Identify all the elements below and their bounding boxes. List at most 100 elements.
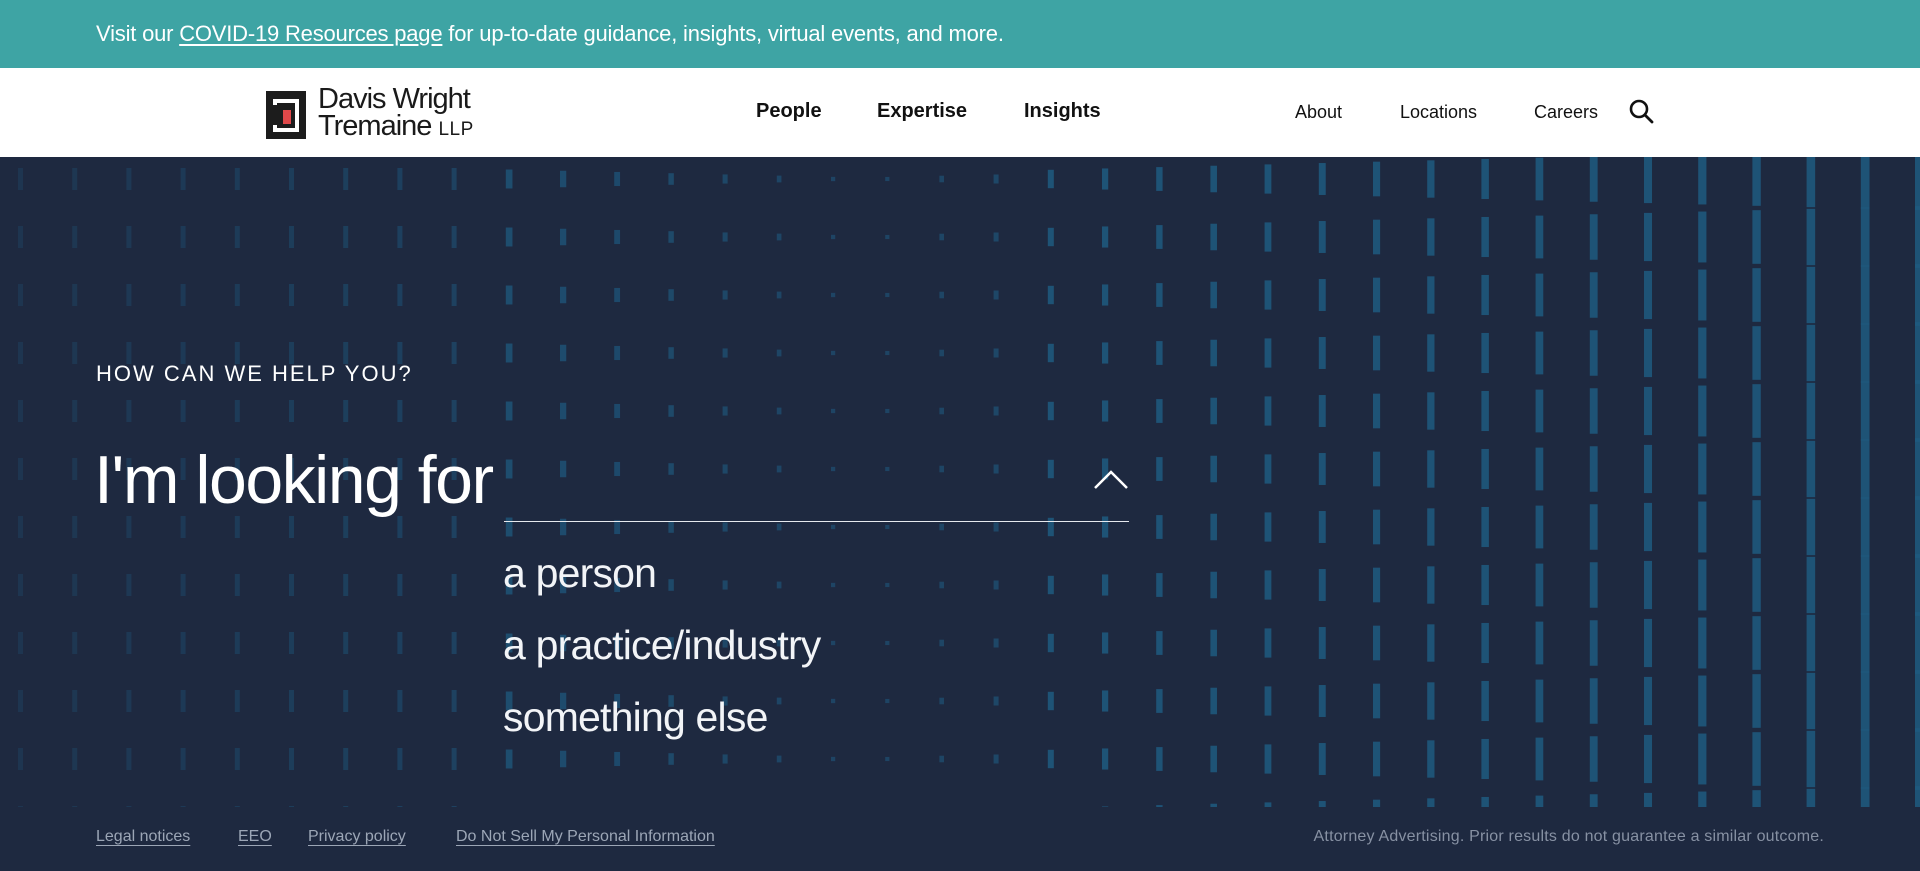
- pattern-dash: [1427, 334, 1435, 372]
- pattern-dash: [397, 284, 403, 306]
- pattern-dash: [1102, 226, 1109, 248]
- pattern-dash: [1644, 618, 1653, 668]
- pattern-dash: [1535, 795, 1544, 807]
- pattern-dash: [451, 342, 457, 364]
- option-something-else[interactable]: something else: [503, 694, 821, 766]
- search-icon[interactable]: [1628, 98, 1654, 124]
- pattern-dash: [289, 400, 294, 422]
- pattern-dash: [1373, 161, 1381, 197]
- pattern-dash: [1860, 207, 1870, 267]
- pattern-dash: [289, 226, 294, 248]
- pattern-dash: [180, 806, 186, 807]
- pattern-dash: [885, 698, 890, 704]
- pattern-dash: [1102, 748, 1109, 770]
- pattern-dash: [1589, 504, 1598, 550]
- pattern-dash: [1535, 157, 1544, 201]
- pattern-dash: [343, 168, 349, 190]
- pattern-dash: [1806, 440, 1816, 498]
- option-person[interactable]: a person: [503, 550, 821, 622]
- legal-notices-link[interactable]: Legal notices: [96, 828, 190, 846]
- pattern-dash: [939, 291, 944, 299]
- pattern-dash: [1047, 285, 1054, 305]
- pattern-dash: [289, 748, 294, 770]
- pattern-dash: [18, 400, 23, 422]
- nav-insights[interactable]: Insights: [1024, 100, 1101, 123]
- pattern-dash: [1806, 788, 1816, 807]
- pattern-dash: [343, 748, 349, 770]
- pattern-dash: [1318, 569, 1326, 601]
- pattern-dash: [1210, 803, 1217, 807]
- pattern-dash: [1373, 799, 1381, 807]
- pattern-dash: [1644, 560, 1653, 610]
- pattern-dash: [1481, 390, 1489, 432]
- pattern-dash: [1264, 164, 1272, 194]
- pattern-dash: [1102, 806, 1109, 807]
- pattern-dash: [1860, 671, 1870, 731]
- pattern-dash: [343, 806, 349, 807]
- privacy-policy-link[interactable]: Privacy policy: [308, 828, 406, 846]
- looking-for-select[interactable]: [504, 457, 1129, 522]
- pattern-dash: [1318, 627, 1326, 659]
- pattern-dash: [993, 406, 999, 416]
- pattern-dash: [885, 408, 890, 414]
- pattern-dash: [126, 226, 132, 248]
- pattern-dash: [234, 284, 240, 306]
- pattern-dash: [1047, 633, 1054, 653]
- nav-careers[interactable]: Careers: [1534, 102, 1598, 123]
- pattern-dash: [939, 349, 944, 357]
- pattern-dash: [1752, 268, 1761, 322]
- hero-lead: I'm looking for: [94, 442, 494, 518]
- pattern-dash: [1210, 629, 1217, 657]
- pattern-dash: [1156, 515, 1163, 539]
- pattern-dash: [1264, 686, 1272, 716]
- pattern-dash: [1264, 396, 1272, 426]
- pattern-dash: [1752, 674, 1761, 728]
- pattern-dash: [234, 400, 240, 422]
- logo[interactable]: Davis Wright Tremaine LLP: [266, 85, 474, 143]
- pattern-dash: [831, 640, 836, 646]
- pattern-dash: [1427, 218, 1435, 256]
- pattern-dash: [1318, 221, 1326, 253]
- pattern-dash: [1047, 169, 1054, 189]
- pattern-dash: [1481, 738, 1489, 780]
- covid-resources-link[interactable]: COVID-19 Resources page: [179, 21, 442, 47]
- pattern-dash: [831, 582, 836, 588]
- option-practice-industry[interactable]: a practice/industry: [503, 622, 821, 694]
- pattern-dash: [1264, 222, 1272, 252]
- eeo-link[interactable]: EEO: [238, 828, 272, 846]
- pattern-dash: [560, 286, 567, 304]
- pattern-dash: [180, 400, 186, 422]
- pattern-dash: [126, 748, 132, 770]
- pattern-dash: [1860, 787, 1870, 807]
- do-not-sell-link[interactable]: Do Not Sell My Personal Information: [456, 828, 715, 846]
- pattern-dash: [1535, 621, 1544, 665]
- nav-about[interactable]: About: [1295, 102, 1342, 123]
- pattern-dash: [1047, 691, 1054, 711]
- logo-tremaine: Tremaine: [318, 110, 432, 142]
- pattern-dash: [451, 574, 457, 596]
- pattern-dash: [993, 290, 999, 300]
- nav-expertise[interactable]: Expertise: [877, 100, 967, 123]
- pattern-dash: [397, 748, 403, 770]
- pattern-dash: [72, 748, 78, 770]
- pattern-dash: [776, 291, 782, 299]
- pattern-dash: [72, 168, 78, 190]
- pattern-dash: [1644, 212, 1653, 262]
- pattern-dash: [1589, 620, 1598, 666]
- chevron-up-icon[interactable]: [1093, 467, 1129, 491]
- pattern-dash: [1318, 395, 1326, 427]
- pattern-dash: [668, 289, 674, 301]
- pattern-dash: [451, 748, 457, 770]
- pattern-dash: [1047, 343, 1054, 363]
- pattern-dash: [397, 806, 403, 807]
- pattern-dash: [1860, 555, 1870, 615]
- nav-people[interactable]: People: [756, 100, 822, 123]
- pattern-dash: [1698, 269, 1707, 321]
- pattern-dash: [234, 748, 240, 770]
- nav-locations[interactable]: Locations: [1400, 102, 1477, 123]
- pattern-dash: [1481, 506, 1489, 548]
- pattern-dash: [1264, 628, 1272, 658]
- pattern-dash: [18, 690, 23, 712]
- pattern-dash: [885, 292, 890, 298]
- logo-mark-icon: [266, 90, 306, 139]
